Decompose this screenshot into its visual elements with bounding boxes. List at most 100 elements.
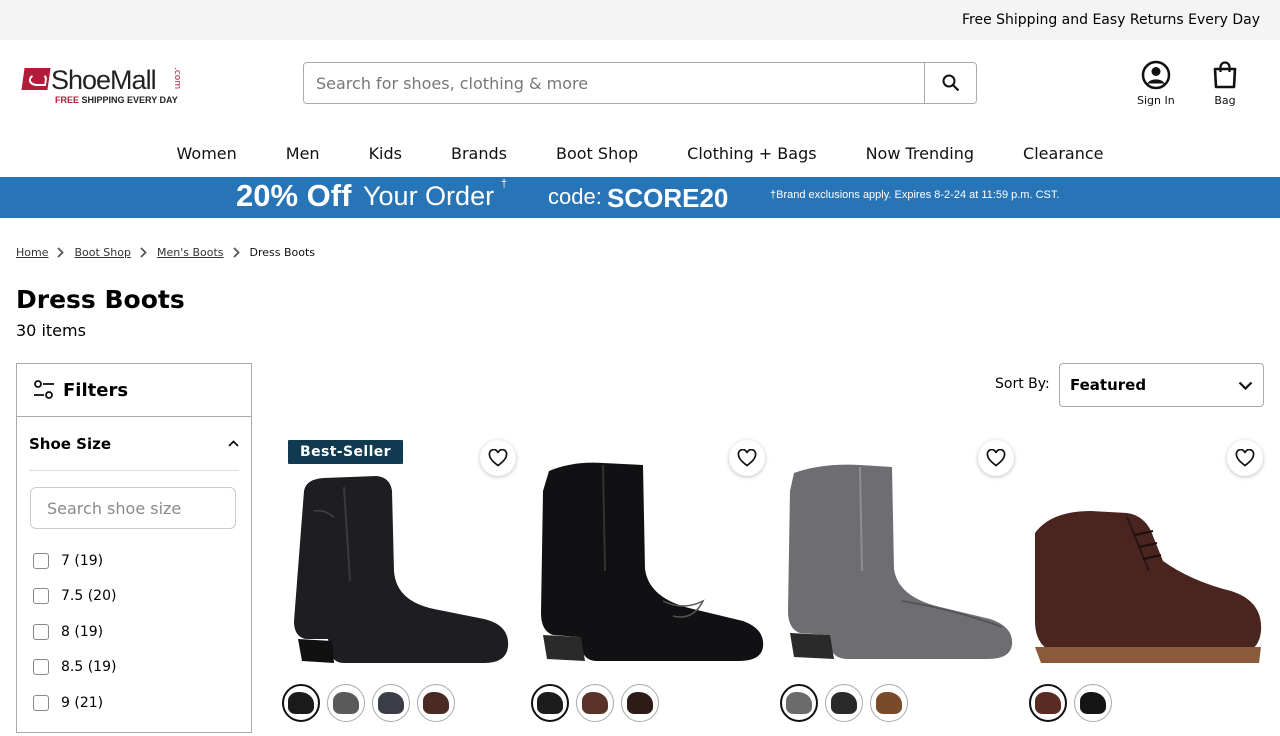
sign-in-link[interactable]: Sign In bbox=[1137, 60, 1175, 107]
chevron-up-icon bbox=[228, 440, 239, 447]
site-header: ShoeMall .com FREE SHIPPING EVERY DAY Si… bbox=[0, 40, 1280, 130]
nav-men[interactable]: Men bbox=[261, 144, 344, 163]
product-card[interactable] bbox=[531, 436, 767, 736]
wishlist-button[interactable] bbox=[729, 440, 765, 476]
sort-select[interactable]: Featured bbox=[1059, 363, 1264, 407]
color-swatches bbox=[282, 684, 455, 722]
sort-selected-value: Featured bbox=[1070, 376, 1147, 394]
checkbox[interactable] bbox=[33, 552, 49, 569]
product-image[interactable] bbox=[284, 451, 518, 676]
shoe-size-facet-toggle[interactable]: Shoe Size bbox=[29, 417, 239, 471]
swatch-chip bbox=[627, 692, 653, 714]
color-swatch[interactable] bbox=[417, 684, 455, 722]
utility-bar: Free Shipping and Easy Returns Every Day bbox=[0, 0, 1280, 40]
nav-now-trending[interactable]: Now Trending bbox=[841, 144, 998, 163]
logo-wordmark: ShoeMall bbox=[51, 65, 157, 95]
filters-title: Filters bbox=[63, 379, 129, 401]
swatch-chip bbox=[333, 692, 359, 714]
breadcrumb: Home Boot Shop Men's Boots Dress Boots bbox=[16, 246, 315, 259]
swatch-chip bbox=[423, 692, 449, 714]
color-swatch[interactable] bbox=[1074, 684, 1112, 722]
heart-icon bbox=[986, 449, 1006, 467]
checkbox[interactable] bbox=[33, 623, 49, 640]
swatch-chip bbox=[786, 692, 812, 714]
heart-icon bbox=[737, 449, 757, 467]
size-search-input[interactable] bbox=[47, 498, 235, 518]
wishlist-button[interactable] bbox=[480, 440, 516, 476]
product-card[interactable]: Best-Seller bbox=[282, 436, 518, 736]
product-image[interactable] bbox=[1031, 451, 1265, 676]
chevron-down-icon bbox=[1238, 381, 1253, 390]
best-seller-badge: Best-Seller bbox=[288, 440, 403, 464]
search-button[interactable] bbox=[924, 63, 976, 103]
breadcrumb-current: Dress Boots bbox=[249, 246, 316, 259]
product-image[interactable] bbox=[782, 451, 1016, 676]
nav-clearance[interactable]: Clearance bbox=[999, 144, 1128, 163]
product-image[interactable] bbox=[533, 451, 767, 676]
swatch-chip bbox=[831, 692, 857, 714]
logo-mark-icon bbox=[21, 68, 51, 90]
search-icon bbox=[942, 74, 959, 92]
breadcrumb-mens-boots[interactable]: Men's Boots bbox=[157, 246, 224, 259]
nav-boot-shop[interactable]: Boot Shop bbox=[532, 144, 663, 163]
color-swatch[interactable] bbox=[825, 684, 863, 722]
search-input[interactable] bbox=[304, 63, 924, 103]
size-option[interactable]: 7.5 (20) bbox=[17, 579, 251, 615]
color-swatch[interactable] bbox=[576, 684, 614, 722]
nav-clothing-bags[interactable]: Clothing + Bags bbox=[663, 144, 841, 163]
color-swatch[interactable] bbox=[780, 684, 818, 722]
size-option[interactable]: 8.5 (19) bbox=[17, 650, 251, 686]
promo-code-label: code: bbox=[548, 184, 602, 209]
size-option[interactable]: 8 (19) bbox=[17, 614, 251, 650]
promo-code: SCORE20 bbox=[607, 183, 729, 213]
promo-discount: 20% Off bbox=[236, 178, 352, 213]
size-option[interactable]: 9 (21) bbox=[17, 685, 251, 721]
breadcrumb-boot-shop[interactable]: Boot Shop bbox=[74, 246, 130, 259]
shoemall-logo[interactable]: ShoeMall .com FREE SHIPPING EVERY DAY bbox=[21, 65, 182, 106]
color-swatch[interactable] bbox=[870, 684, 908, 722]
sign-in-label: Sign In bbox=[1137, 94, 1175, 107]
chevron-right-icon bbox=[232, 247, 240, 258]
swatch-chip bbox=[378, 692, 404, 714]
wishlist-button[interactable] bbox=[1227, 440, 1263, 476]
shopping-bag-icon bbox=[1213, 61, 1237, 89]
color-swatch[interactable] bbox=[1029, 684, 1067, 722]
nav-women[interactable]: Women bbox=[152, 144, 261, 163]
promo-banner[interactable]: 20% Off Your Order † code: SCORE20 †Bran… bbox=[0, 177, 1280, 218]
color-swatch[interactable] bbox=[327, 684, 365, 722]
swatch-chip bbox=[582, 692, 608, 714]
checkbox[interactable] bbox=[33, 694, 49, 711]
swatch-chip bbox=[1080, 692, 1106, 714]
filter-panel: Filters Shoe Size 7 (19) 7.5 (20) 8 (19)… bbox=[16, 363, 252, 733]
color-swatches bbox=[531, 684, 659, 722]
promo-dagger: † bbox=[501, 178, 508, 190]
size-option[interactable]: 7 (19) bbox=[17, 543, 251, 579]
bag-label: Bag bbox=[1214, 94, 1236, 107]
product-card[interactable] bbox=[1029, 436, 1265, 736]
main-nav: Women Men Kids Brands Boot Shop Clothing… bbox=[0, 130, 1280, 177]
bag-link[interactable]: Bag bbox=[1212, 60, 1238, 107]
nav-kids[interactable]: Kids bbox=[344, 144, 426, 163]
promo-headline: Your Order bbox=[363, 181, 495, 211]
swatch-chip bbox=[1035, 692, 1061, 714]
logo-tagline: FREE SHIPPING EVERY DAY bbox=[55, 95, 178, 105]
color-swatch[interactable] bbox=[282, 684, 320, 722]
checkbox[interactable] bbox=[33, 659, 49, 676]
swatch-chip bbox=[537, 692, 563, 714]
page-title: Dress Boots bbox=[16, 285, 185, 314]
color-swatches bbox=[780, 684, 908, 722]
color-swatch[interactable] bbox=[531, 684, 569, 722]
wishlist-button[interactable] bbox=[978, 440, 1014, 476]
logo-dotcom: .com bbox=[172, 67, 182, 90]
color-swatch[interactable] bbox=[621, 684, 659, 722]
sliders-icon bbox=[34, 380, 54, 399]
swatch-chip bbox=[288, 692, 314, 714]
checkbox[interactable] bbox=[33, 588, 49, 605]
search-bar bbox=[303, 62, 977, 104]
breadcrumb-home[interactable]: Home bbox=[16, 246, 48, 259]
heart-icon bbox=[1235, 449, 1255, 467]
nav-brands[interactable]: Brands bbox=[427, 144, 532, 163]
color-swatch[interactable] bbox=[372, 684, 410, 722]
shoe-size-label: Shoe Size bbox=[29, 434, 112, 453]
product-card[interactable] bbox=[780, 436, 1016, 736]
